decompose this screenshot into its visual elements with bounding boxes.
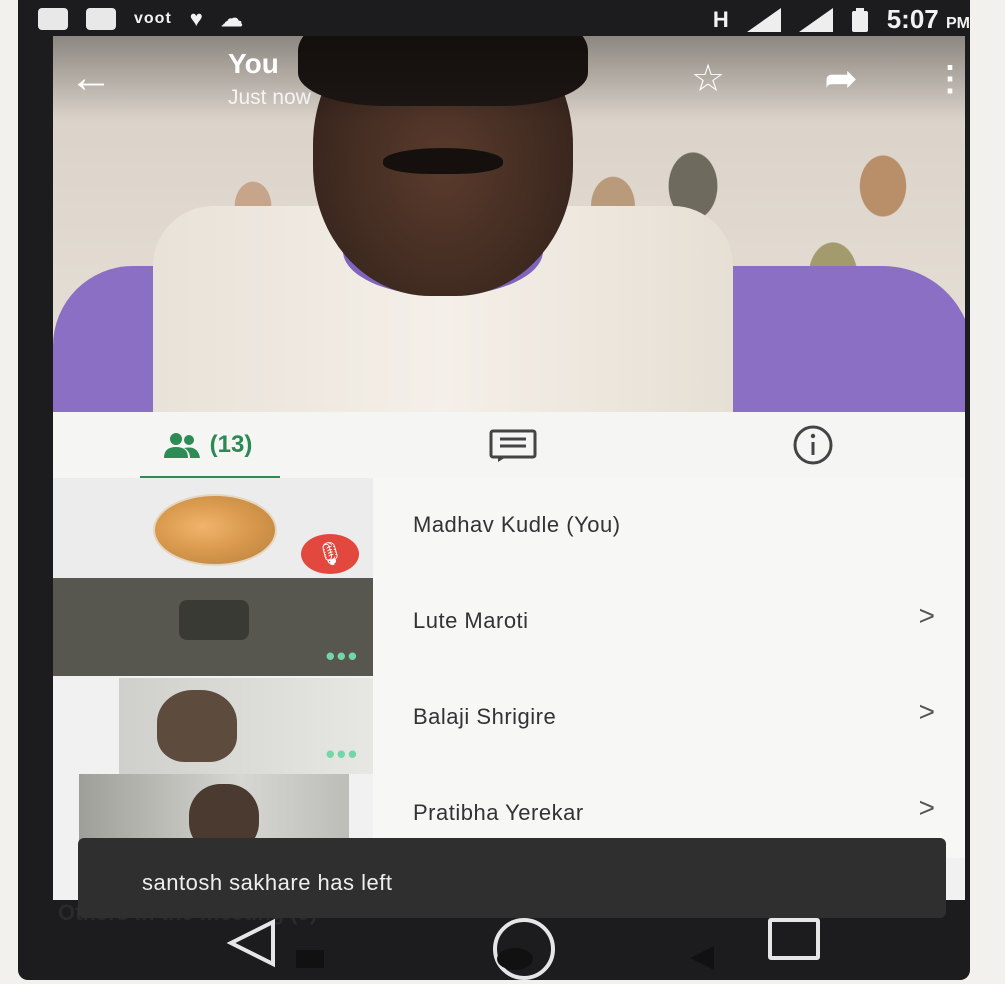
participant-name: Madhav Kudle (You) — [413, 512, 621, 537]
video-tile[interactable]: ••• — [119, 678, 373, 774]
signal-icon — [746, 7, 781, 32]
video-tile[interactable]: ••• — [53, 578, 373, 676]
star-icon[interactable]: ☆ — [683, 54, 733, 104]
snackbar-message: santosh sakhare has left — [142, 870, 393, 895]
main-video[interactable]: ← You Just now ☆ ➦ ⋮ — [53, 36, 965, 412]
message-icon — [38, 8, 68, 30]
speaking-indicator: ••• — [325, 641, 359, 671]
back-arrow-icon[interactable]: ← — [63, 50, 119, 106]
participants-count: (13) — [209, 431, 253, 458]
info-icon — [793, 425, 833, 465]
meeting-panel: (13) 🎙 ••• ••• Madhav Kudle (You) Lute M… — [53, 412, 965, 900]
signal-icon-2 — [798, 7, 833, 32]
chevron-right-icon: > — [918, 696, 935, 727]
participant-name: Balaji Shrigire — [413, 704, 557, 729]
more-vert-icon[interactable]: ⋮ — [933, 54, 965, 104]
status-bar: voot ♥ ☁ H 5:07 PM — [18, 0, 970, 36]
tab-chat[interactable] — [483, 412, 543, 478]
share-arrow-icon[interactable]: ➦ — [813, 54, 869, 104]
list-item[interactable]: Balaji Shrigire > — [373, 670, 965, 766]
chevron-right-icon: > — [918, 600, 935, 631]
cloud-icon: ☁ — [220, 6, 243, 31]
people-icon — [163, 433, 200, 458]
page-subtitle: Just now — [228, 86, 311, 109]
hardware-back-key — [690, 946, 714, 970]
video-tile-image — [157, 690, 237, 762]
video-moustache — [383, 148, 503, 174]
network-type: H — [712, 6, 729, 32]
hardware-menu-key — [296, 950, 324, 968]
battery-icon — [851, 7, 868, 32]
chevron-right-icon: > — [918, 792, 935, 823]
video-tile-image — [179, 600, 249, 640]
self-tile[interactable]: 🎙 — [53, 478, 373, 578]
nav-back-icon[interactable] — [223, 918, 283, 968]
participant-name: Lute Maroti — [413, 608, 529, 633]
hardware-home-key — [497, 948, 533, 970]
chat-icon — [489, 429, 537, 462]
heart-icon: ♥ — [189, 6, 203, 31]
clock: 5:07 PM — [886, 4, 970, 34]
app-notification-icon — [86, 8, 116, 30]
participant-tiles: 🎙 ••• ••• ••• — [53, 478, 373, 866]
list-item[interactable]: Madhav Kudle (You) — [373, 478, 965, 574]
tab-participants[interactable]: (13) — [138, 412, 280, 480]
mic-off-icon: 🎙 — [301, 534, 359, 574]
phone-screen: voot ♥ ☁ H 5:07 PM ← You Just now ☆ ➦ ⋮ — [18, 0, 970, 980]
tab-bar: (13) — [53, 412, 965, 480]
voot-notification: voot — [134, 10, 172, 27]
avatar — [153, 494, 277, 566]
list-item[interactable]: Lute Maroti > — [373, 574, 965, 670]
speaking-indicator: ••• — [325, 739, 359, 769]
nav-recent-apps-icon[interactable] — [768, 918, 820, 960]
tab-info[interactable] — [783, 412, 843, 478]
participant-name: Pratibha Yerekar — [413, 800, 584, 825]
page-title: You — [228, 48, 279, 79]
snackbar: santosh sakhare has left — [78, 838, 946, 918]
participant-list: Madhav Kudle (You) Lute Maroti > Balaji … — [373, 478, 965, 858]
